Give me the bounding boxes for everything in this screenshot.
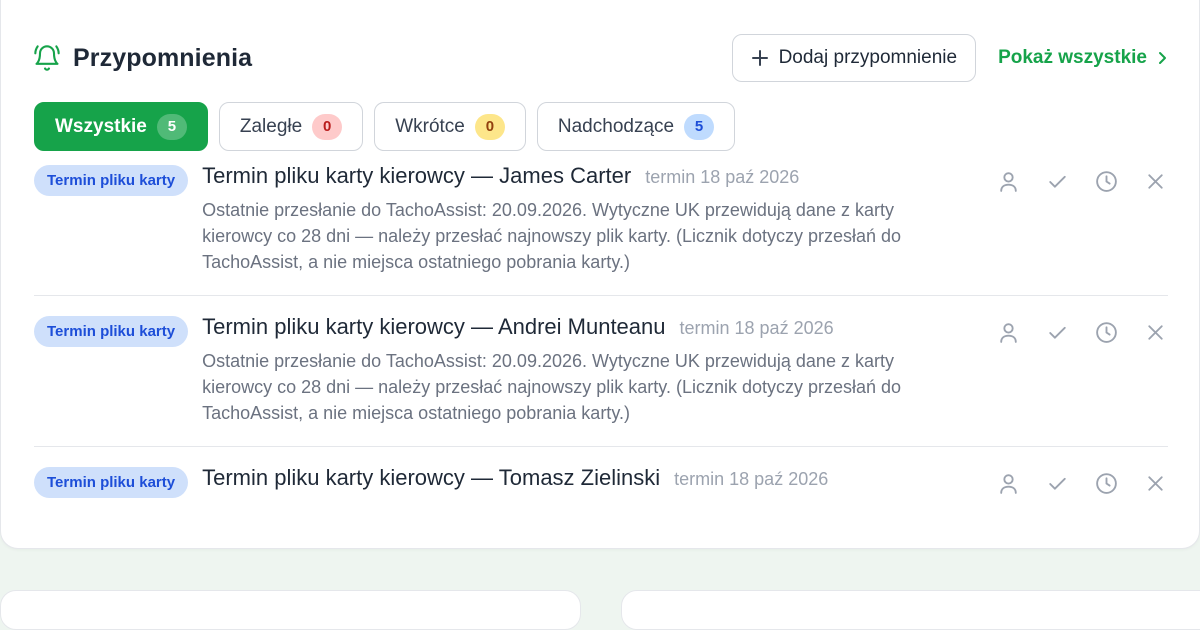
filter-label: Zaległe	[239, 115, 303, 137]
bell-icon	[33, 44, 61, 72]
item-actions	[996, 471, 1168, 496]
user-icon[interactable]	[996, 320, 1021, 345]
add-reminder-button[interactable]: Dodaj przypomnienie	[731, 34, 977, 82]
category-tag: Termin pliku karty	[34, 165, 189, 196]
filter-overdue[interactable]: Zaległe 0	[218, 102, 364, 151]
close-icon[interactable]	[1143, 320, 1168, 345]
close-icon[interactable]	[1143, 169, 1168, 194]
reminder-title: Termin pliku karty kierowcy — Andrei Mun…	[202, 314, 666, 339]
category-tag: Termin pliku karty	[34, 316, 189, 347]
due-date: termin 18 paź 2026	[645, 167, 800, 187]
reminders-card: Przypomnienia Dodaj przypomnienie Pokaż …	[0, 0, 1200, 549]
filter-label: Wszystkie	[55, 115, 147, 137]
check-icon[interactable]	[1045, 169, 1070, 194]
show-all-link[interactable]: Pokaż wszystkie	[998, 47, 1167, 69]
reminder-title: Termin pliku karty kierowcy — Tomasz Zie…	[202, 465, 661, 490]
user-icon[interactable]	[996, 169, 1021, 194]
user-icon[interactable]	[996, 471, 1021, 496]
list-item: Termin pliku karty Termin pliku karty ki…	[34, 296, 1168, 447]
count-badge: 0	[474, 113, 505, 140]
due-date: termin 18 paź 2026	[674, 469, 829, 489]
count-badge: 5	[156, 113, 187, 140]
count-badge: 0	[312, 113, 343, 140]
next-panel-right	[621, 590, 1200, 630]
filter-upcoming[interactable]: Nadchodzące 5	[536, 102, 736, 151]
clock-icon[interactable]	[1094, 471, 1119, 496]
title-wrap: Przypomnienia	[33, 44, 252, 73]
card-header: Przypomnienia Dodaj przypomnienie Pokaż …	[33, 34, 1167, 82]
count-badge: 5	[684, 113, 715, 140]
close-icon[interactable]	[1143, 471, 1168, 496]
clock-icon[interactable]	[1094, 169, 1119, 194]
check-icon[interactable]	[1045, 320, 1070, 345]
due-date: termin 18 paź 2026	[679, 318, 834, 338]
page-title: Przypomnienia	[73, 43, 253, 72]
reminder-description: Ostatnie przesłanie do TachoAssist: 20.0…	[202, 200, 902, 272]
item-actions	[996, 320, 1168, 345]
chevron-right-icon	[1157, 51, 1167, 65]
plus-icon	[751, 49, 769, 67]
list-item: Termin pliku karty Termin pliku karty ki…	[34, 159, 1168, 296]
filter-all[interactable]: Wszystkie 5	[34, 102, 208, 151]
reminder-description: Ostatnie przesłanie do TachoAssist: 20.0…	[202, 351, 902, 423]
add-reminder-label: Dodaj przypomnienie	[778, 47, 958, 68]
category-tag: Termin pliku karty	[34, 467, 189, 498]
filter-tabs: Wszystkie 5 Zaległe 0 Wkrótce 0 Nadchodz…	[34, 102, 736, 151]
filter-label: Nadchodzące	[557, 115, 675, 137]
reminder-list: Termin pliku karty Termin pliku karty ki…	[34, 159, 1168, 518]
check-icon[interactable]	[1045, 471, 1070, 496]
list-item: Termin pliku karty Termin pliku karty ki…	[34, 447, 1168, 518]
clock-icon[interactable]	[1094, 320, 1119, 345]
reminder-title: Termin pliku karty kierowcy — James Cart…	[202, 163, 632, 188]
show-all-label: Pokaż wszystkie	[998, 47, 1147, 68]
item-actions	[996, 169, 1168, 194]
next-panel-left	[0, 590, 581, 630]
filter-soon[interactable]: Wkrótce 0	[374, 102, 526, 151]
filter-label: Wkrótce	[395, 115, 465, 137]
